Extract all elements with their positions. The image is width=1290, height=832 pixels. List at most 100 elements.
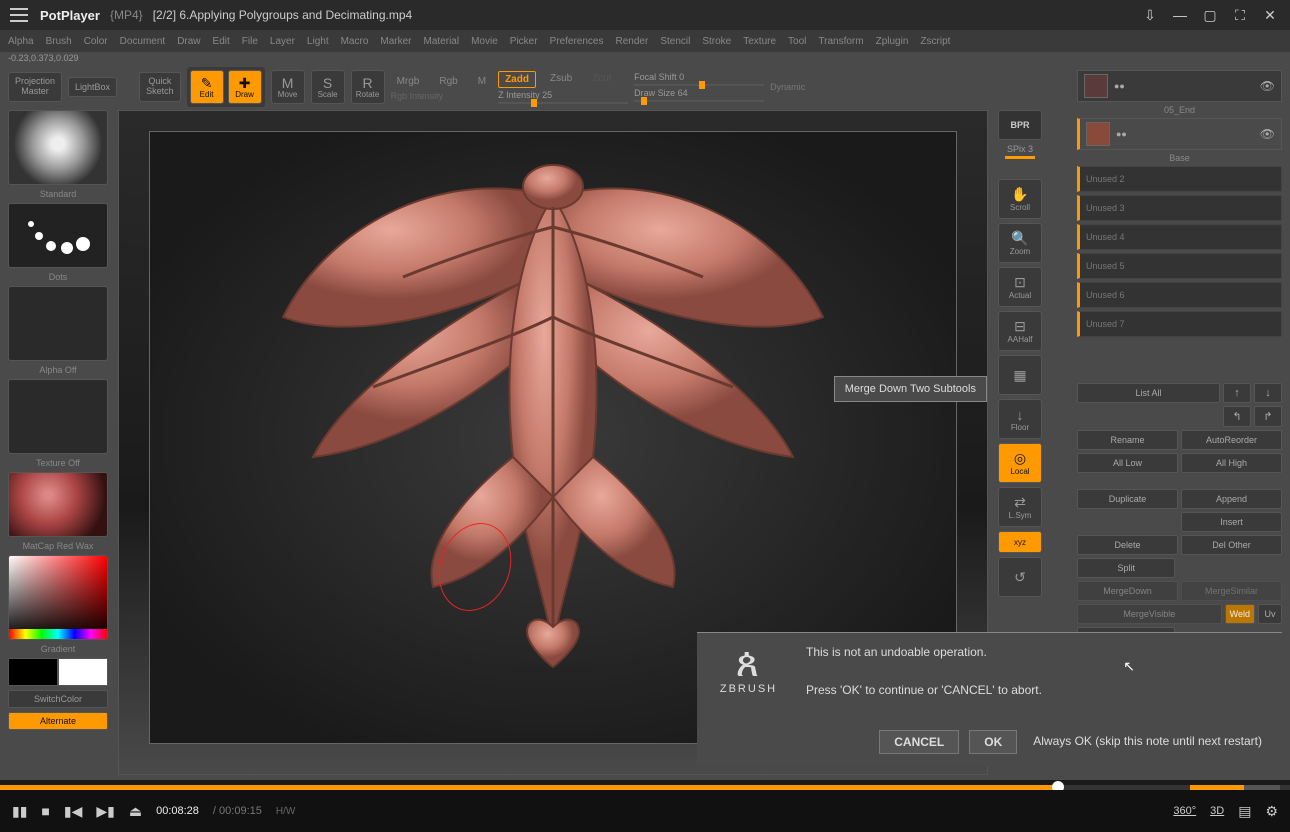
delete-button[interactable]: Delete bbox=[1077, 535, 1178, 555]
move-down-icon[interactable]: ↓ bbox=[1254, 383, 1282, 403]
z-intensity-slider[interactable] bbox=[498, 102, 628, 104]
merge-visible-button[interactable]: MergeVisible bbox=[1077, 604, 1222, 624]
menu-item[interactable]: Zplugin bbox=[876, 36, 909, 47]
color-swatch-black[interactable] bbox=[8, 658, 58, 686]
dynamic-label[interactable]: Dynamic bbox=[770, 82, 805, 92]
menu-item[interactable]: Stencil bbox=[660, 36, 690, 47]
edit-button[interactable]: ✎Edit bbox=[190, 70, 224, 104]
minimize-icon[interactable]: — bbox=[1170, 5, 1190, 25]
menu-item[interactable]: Draw bbox=[177, 36, 200, 47]
pin-icon[interactable]: ⇩ bbox=[1140, 5, 1160, 25]
texture-thumbnail[interactable] bbox=[8, 379, 108, 454]
playlist-icon[interactable]: ▤ bbox=[1238, 803, 1251, 820]
duplicate-button[interactable]: Duplicate bbox=[1077, 489, 1178, 509]
fullscreen-icon[interactable]: ⛶ bbox=[1230, 5, 1250, 25]
menu-icon[interactable] bbox=[10, 8, 28, 22]
menu-item[interactable]: Texture bbox=[743, 36, 776, 47]
focal-shift-slider[interactable] bbox=[634, 84, 764, 86]
menu-item[interactable]: Render bbox=[616, 36, 649, 47]
settings-icon[interactable]: ⚙ bbox=[1265, 803, 1278, 820]
menu-item[interactable]: Stroke bbox=[702, 36, 731, 47]
quick-sketch-button[interactable]: Quick Sketch bbox=[139, 72, 181, 102]
stop-icon[interactable]: ■ bbox=[41, 803, 49, 819]
rename-button[interactable]: Rename bbox=[1077, 430, 1178, 450]
lsym-button[interactable]: ⇄L.Sym bbox=[998, 487, 1042, 527]
menu-item[interactable]: Movie bbox=[471, 36, 498, 47]
alternate-button[interactable]: Alternate bbox=[8, 712, 108, 730]
all-low-button[interactable]: All Low bbox=[1077, 453, 1178, 473]
xyz-button[interactable]: xyz bbox=[998, 531, 1042, 553]
unused-slot[interactable]: Unused 4 bbox=[1077, 224, 1282, 250]
projection-master-button[interactable]: Projection Master bbox=[8, 72, 62, 102]
mrgb-button[interactable]: Mrgb bbox=[391, 74, 426, 89]
eject-icon[interactable]: ⏏ bbox=[129, 803, 142, 820]
menu-item[interactable]: Picker bbox=[510, 36, 538, 47]
menu-item[interactable]: Zscript bbox=[920, 36, 950, 47]
zcut-button[interactable]: Zcut bbox=[586, 71, 617, 88]
weld-button[interactable]: Weld bbox=[1225, 604, 1255, 624]
uv-button[interactable]: Uv bbox=[1258, 604, 1282, 624]
ok-button[interactable]: OK bbox=[969, 730, 1017, 754]
menu-item[interactable]: Brush bbox=[46, 36, 72, 47]
menu-item[interactable]: Material bbox=[424, 36, 460, 47]
bpr-button[interactable]: BPR bbox=[998, 110, 1042, 140]
move-up-icon[interactable]: ↑ bbox=[1223, 383, 1251, 403]
auto-reorder-button[interactable]: AutoReorder bbox=[1181, 430, 1282, 450]
maximize-icon[interactable]: ▢ bbox=[1200, 5, 1220, 25]
unused-slot[interactable]: Unused 5 bbox=[1077, 253, 1282, 279]
stroke-thumbnail[interactable] bbox=[8, 203, 108, 268]
list-all-button[interactable]: List All bbox=[1077, 383, 1220, 403]
arrow-right-icon[interactable]: ↱ bbox=[1254, 406, 1282, 427]
eye-icon[interactable]: 👁 bbox=[1260, 79, 1275, 93]
zoom-button[interactable]: 🔍Zoom bbox=[998, 223, 1042, 263]
merge-down-button[interactable]: MergeDown bbox=[1077, 581, 1178, 601]
scale-button[interactable]: SScale bbox=[311, 70, 345, 104]
persp-button[interactable]: ▦ bbox=[998, 355, 1042, 395]
draw-size-slider[interactable] bbox=[634, 100, 764, 102]
eye-icon[interactable]: 👁 bbox=[1260, 127, 1275, 141]
menu-item[interactable]: Color bbox=[84, 36, 108, 47]
local-button[interactable]: ◎Local bbox=[998, 443, 1042, 483]
zsub-button[interactable]: Zsub bbox=[544, 71, 578, 88]
move-button[interactable]: MMove bbox=[271, 70, 305, 104]
menu-item[interactable]: Tool bbox=[788, 36, 806, 47]
menu-item[interactable]: Alpha bbox=[8, 36, 34, 47]
material-thumbnail[interactable] bbox=[8, 472, 108, 537]
all-high-button[interactable]: All High bbox=[1181, 453, 1282, 473]
next-icon[interactable]: ▶▮ bbox=[96, 803, 114, 820]
menu-item[interactable]: File bbox=[242, 36, 258, 47]
insert-button[interactable]: Insert bbox=[1181, 512, 1282, 532]
frame-button[interactable]: ↺ bbox=[998, 557, 1042, 597]
menu-item[interactable]: Light bbox=[307, 36, 329, 47]
menu-item[interactable]: Marker bbox=[380, 36, 411, 47]
del-other-button[interactable]: Del Other bbox=[1181, 535, 1282, 555]
actual-button[interactable]: ⊡Actual bbox=[998, 267, 1042, 307]
unused-slot[interactable]: Unused 6 bbox=[1077, 282, 1282, 308]
prev-icon[interactable]: ▮◀ bbox=[64, 803, 82, 820]
360-button[interactable]: 360° bbox=[1173, 805, 1196, 817]
cancel-button[interactable]: CANCEL bbox=[879, 730, 959, 754]
m-button[interactable]: M bbox=[472, 74, 492, 89]
merge-similar-button[interactable]: MergeSimilar bbox=[1181, 581, 1282, 601]
unused-slot[interactable]: Unused 3 bbox=[1077, 195, 1282, 221]
lightbox-button[interactable]: LightBox bbox=[68, 77, 117, 97]
draw-button[interactable]: ✚Draw bbox=[228, 70, 262, 104]
always-ok-button[interactable]: Always OK (skip this note until next res… bbox=[1027, 730, 1268, 754]
menu-item[interactable]: Edit bbox=[213, 36, 230, 47]
unused-slot[interactable]: Unused 7 bbox=[1077, 311, 1282, 337]
rotate-button[interactable]: RRotate bbox=[351, 70, 385, 104]
close-icon[interactable]: ✕ bbox=[1260, 5, 1280, 25]
color-picker[interactable] bbox=[8, 555, 108, 640]
scroll-button[interactable]: ✋Scroll bbox=[998, 179, 1042, 219]
append-button[interactable]: Append bbox=[1181, 489, 1282, 509]
3d-button[interactable]: 3D bbox=[1210, 805, 1224, 817]
floor-button[interactable]: ↓Floor bbox=[998, 399, 1042, 439]
unused-slot[interactable]: Unused 2 bbox=[1077, 166, 1282, 192]
menu-item[interactable]: Macro bbox=[341, 36, 369, 47]
menu-item[interactable]: Preferences bbox=[550, 36, 604, 47]
subtool-item[interactable]: ●● 👁 bbox=[1077, 118, 1282, 150]
switch-color-button[interactable]: SwitchColor bbox=[8, 690, 108, 708]
menu-item[interactable]: Layer bbox=[270, 36, 295, 47]
alpha-thumbnail[interactable] bbox=[8, 286, 108, 361]
rgb-button[interactable]: Rgb bbox=[433, 74, 463, 89]
